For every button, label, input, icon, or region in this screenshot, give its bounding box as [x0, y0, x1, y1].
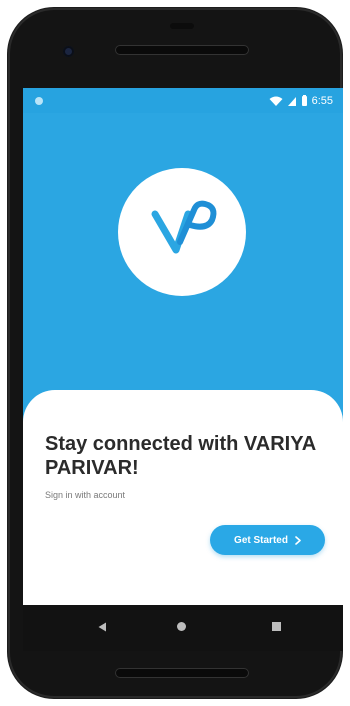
notification-dot-icon — [35, 97, 43, 105]
earpiece-speaker — [115, 45, 249, 55]
chevron-right-icon — [295, 535, 301, 545]
get-started-label: Get Started — [234, 534, 288, 546]
get-started-button[interactable]: Get Started — [210, 525, 325, 555]
battery-icon — [301, 95, 307, 106]
status-bar: 6:55 — [23, 88, 343, 113]
welcome-subtitle: Sign in with account — [45, 490, 126, 500]
back-icon[interactable] — [98, 622, 107, 632]
vp-logo-icon — [151, 200, 217, 254]
phone-frame: 6:55 Stay connected with VARIYA PARIVAR!… — [8, 8, 343, 698]
status-icons: 6:55 — [269, 94, 333, 108]
android-nav-bar — [23, 605, 343, 651]
bottom-speaker — [115, 668, 249, 678]
front-camera — [63, 46, 74, 57]
welcome-title: Stay connected with VARIYA PARIVAR! — [45, 433, 316, 479]
recents-icon[interactable] — [272, 622, 281, 631]
status-time: 6:55 — [311, 95, 333, 107]
wifi-icon — [269, 96, 283, 106]
app-logo — [118, 168, 246, 296]
signal-icon — [287, 97, 296, 106]
top-notch — [170, 23, 194, 29]
home-icon[interactable] — [177, 622, 186, 631]
